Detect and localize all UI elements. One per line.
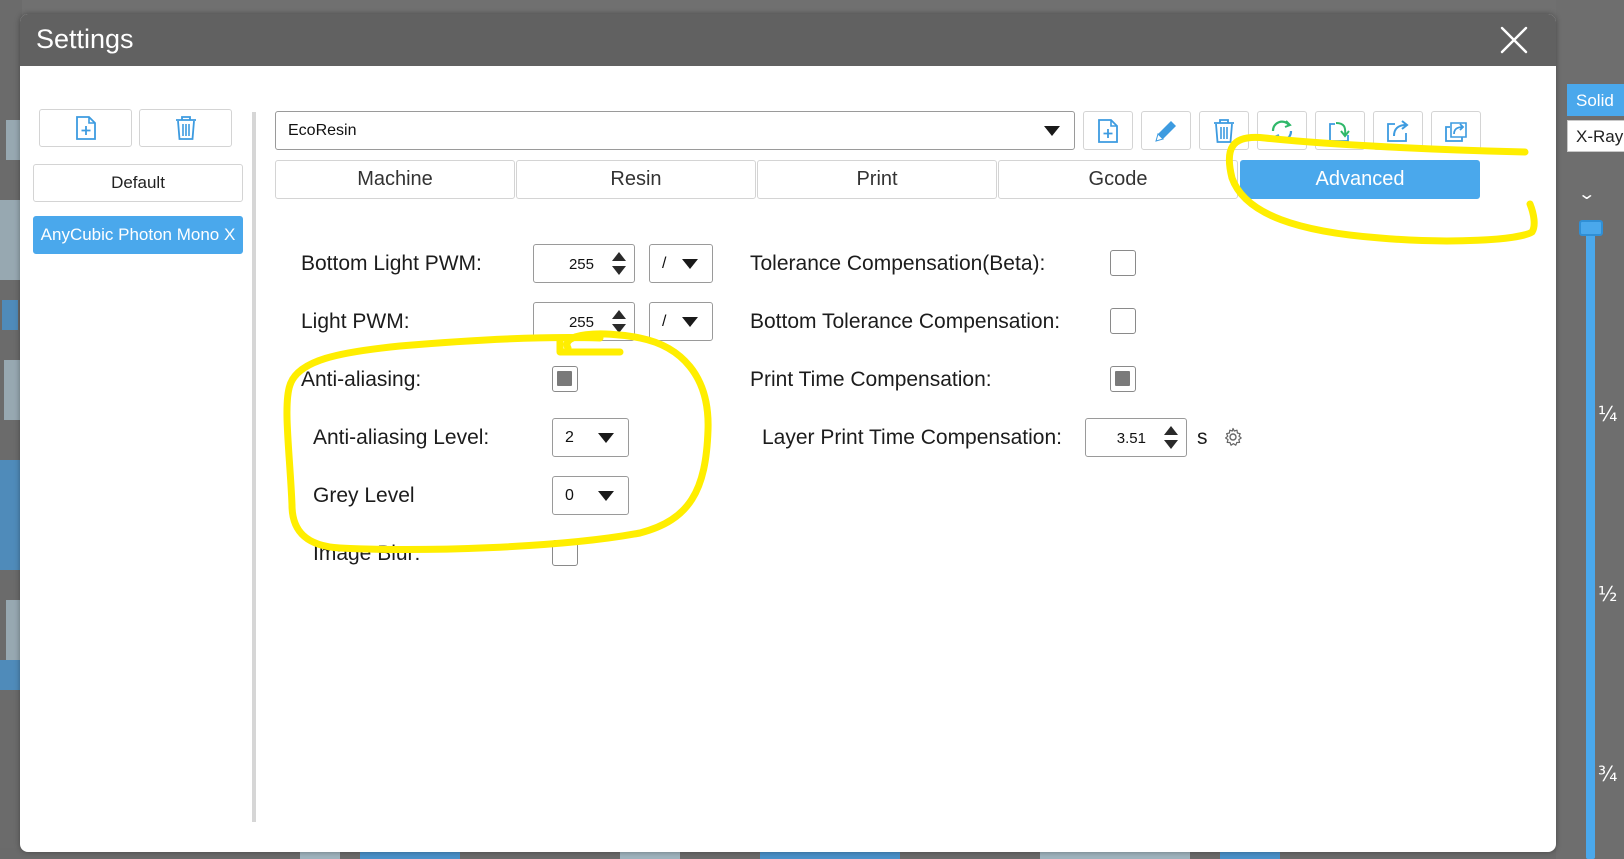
delete-profile-button[interactable] <box>139 109 232 147</box>
light-pwm-spinbox[interactable]: 255 <box>533 302 635 341</box>
tab-gcode[interactable]: Gcode <box>998 160 1238 199</box>
chevron-down-icon[interactable]: ⌄ <box>1577 184 1596 203</box>
bottom-light-pwm-unit-value: / <box>662 255 667 272</box>
refresh-icon <box>1271 119 1293 142</box>
light-pwm-value: 255 <box>568 314 594 331</box>
share-resin-button[interactable] <box>1431 111 1481 150</box>
spin-down-icon[interactable] <box>612 266 626 275</box>
anti-aliasing-checkbox[interactable] <box>552 366 578 392</box>
chevron-down-icon <box>682 259 698 269</box>
new-file-icon <box>75 116 96 140</box>
resin-profile-select[interactable]: EcoResin <box>275 111 1075 150</box>
layer-print-time-compensation-label: Layer Print Time Compensation: <box>762 426 1062 449</box>
print-time-compensation-checkbox[interactable] <box>1110 366 1136 392</box>
anti-aliasing-level-select[interactable]: 2 <box>552 418 629 457</box>
new-resin-button[interactable] <box>1083 111 1133 150</box>
grey-level-value: 0 <box>565 487 574 504</box>
slider-mark-three-quarter: ¾ <box>1598 762 1618 786</box>
light-pwm-label: Light PWM: <box>301 310 410 333</box>
close-button[interactable] <box>1494 20 1534 60</box>
layer-slider-handle[interactable] <box>1579 220 1603 236</box>
view-panel: Solid X-Ray ⌄ ¼ ½ ¾ <box>1556 0 1624 859</box>
grey-level-label: Grey Level <box>313 484 415 507</box>
image-blur-label: Image Blur: <box>313 542 421 565</box>
spin-down-icon[interactable] <box>612 324 626 333</box>
export-icon <box>1387 119 1409 142</box>
xray-mode-button[interactable]: X-Ray <box>1567 120 1624 152</box>
tab-resin[interactable]: Resin <box>516 160 756 199</box>
bottom-tolerance-compensation-label: Bottom Tolerance Compensation: <box>750 310 1061 333</box>
anti-aliasing-level-value: 2 <box>565 429 574 446</box>
light-pwm-unit-select[interactable]: / <box>649 302 713 341</box>
viewport-left-edge <box>0 0 22 859</box>
spin-up-icon[interactable] <box>612 252 626 261</box>
layer-print-time-compensation-value: 3.51 <box>1116 430 1146 447</box>
layer-print-time-compensation-spinbox[interactable]: 3.51 <box>1085 418 1187 457</box>
new-file-icon <box>1098 118 1118 143</box>
print-time-compensation-label: Print Time Compensation: <box>750 368 992 391</box>
anti-aliasing-label: Anti-aliasing: <box>301 368 422 391</box>
trash-icon <box>175 116 196 140</box>
edit-resin-button[interactable] <box>1141 111 1191 150</box>
refresh-resin-button[interactable] <box>1257 111 1307 150</box>
bottom-light-pwm-label: Bottom Light PWM: <box>301 252 482 275</box>
chevron-down-icon <box>598 491 614 501</box>
tolerance-compensation-label: Tolerance Compensation(Beta): <box>750 252 1046 275</box>
delete-resin-button[interactable] <box>1199 111 1249 150</box>
tolerance-compensation-checkbox[interactable] <box>1110 250 1136 276</box>
dialog-title: Settings <box>36 24 134 54</box>
bottom-light-pwm-spinbox[interactable]: 255 <box>533 244 635 283</box>
resin-profile-value: EcoResin <box>288 122 357 139</box>
panel-divider <box>252 112 256 822</box>
chevron-down-icon <box>598 433 614 443</box>
bottom-light-pwm-unit-select[interactable]: / <box>649 244 713 283</box>
slider-mark-quarter: ¼ <box>1598 402 1618 426</box>
bottom-tolerance-compensation-checkbox[interactable] <box>1110 308 1136 334</box>
image-blur-checkbox[interactable] <box>552 540 578 566</box>
trash-icon <box>1214 118 1234 143</box>
anti-aliasing-level-label: Anti-aliasing Level: <box>313 426 490 449</box>
bottom-light-pwm-value: 255 <box>568 256 594 273</box>
add-profile-button[interactable] <box>39 109 132 147</box>
share-icon <box>1445 121 1467 142</box>
spin-down-icon[interactable] <box>1164 440 1178 449</box>
tab-machine[interactable]: Machine <box>275 160 515 199</box>
profile-item-default[interactable]: Default <box>33 164 243 202</box>
gear-icon[interactable] <box>1223 427 1243 447</box>
solid-mode-button[interactable]: Solid <box>1567 84 1624 116</box>
spin-up-icon[interactable] <box>612 310 626 319</box>
pencil-icon <box>1155 120 1176 142</box>
light-pwm-unit-value: / <box>662 313 667 330</box>
dialog-titlebar: Settings <box>20 14 1556 66</box>
import-resin-button[interactable] <box>1315 111 1365 150</box>
tab-advanced[interactable]: Advanced <box>1240 160 1480 199</box>
slider-mark-half: ½ <box>1598 582 1618 606</box>
layer-slider-track[interactable] <box>1586 230 1595 859</box>
export-resin-button[interactable] <box>1373 111 1423 150</box>
import-icon <box>1329 121 1350 142</box>
spin-up-icon[interactable] <box>1164 426 1178 435</box>
settings-dialog: Settings Default AnyCubic Photon Mono X … <box>20 14 1556 852</box>
chevron-down-icon <box>1044 126 1060 136</box>
close-icon <box>1500 26 1528 54</box>
grey-level-select[interactable]: 0 <box>552 476 629 515</box>
profile-item-anycubic-photon-mono-x[interactable]: AnyCubic Photon Mono X <box>33 216 243 254</box>
chevron-down-icon <box>682 317 698 327</box>
layer-print-time-unit: s <box>1197 426 1208 449</box>
tab-print[interactable]: Print <box>757 160 997 199</box>
